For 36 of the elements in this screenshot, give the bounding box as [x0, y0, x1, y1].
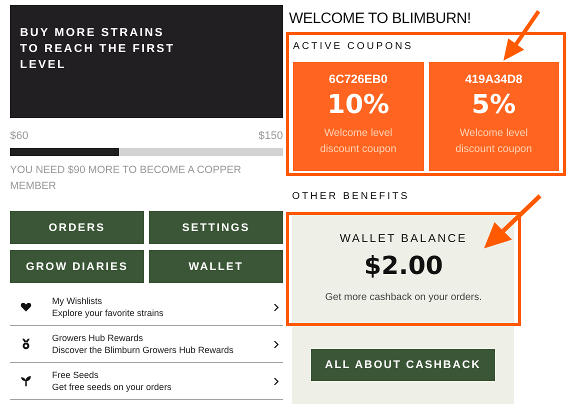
menu-row[interactable]: My Wishlists Explore your favorite strains: [10, 289, 283, 326]
menu-row[interactable]: Growers Hub Rewards Discover the Blimburn Growers Hub Rewards: [10, 326, 283, 363]
row-title: My Wishlists: [52, 295, 103, 307]
wallet-title: WALLET BALANCE: [340, 233, 468, 245]
benefits-heading: OTHER BENEFITS: [292, 191, 410, 202]
row-subtitle: Discover the Blimburn Growers Hub Rewards: [52, 344, 235, 356]
progress-message: YOU NEED $90 MORE TO BECOME A COPPER MEMBER: [10, 163, 242, 194]
coupon-description: Welcome level discount coupon: [454, 126, 533, 157]
coupon-code: 419A34D8: [465, 72, 522, 86]
account-button[interactable]: SETTINGS: [149, 211, 283, 244]
welcome-title: WELCOME TO BLIMBURN!: [289, 10, 472, 29]
banner-text: BUY MORE STRAINS TO REACH THE FIRST LEVEL: [20, 26, 176, 73]
max-amount: $150: [258, 130, 283, 142]
row-title: Growers Hub Rewards: [52, 332, 144, 344]
account-button[interactable]: WALLET: [149, 250, 283, 283]
coupon-code: 6C726EB0: [328, 72, 388, 86]
row-title: Free Seeds: [52, 369, 100, 381]
row-subtitle: Get free seeds on your orders: [52, 381, 173, 393]
sprout-icon: [20, 375, 32, 387]
coupon-discount: 10%: [327, 90, 390, 120]
min-amount: $60: [10, 130, 28, 142]
medal-icon: [20, 338, 32, 350]
chevron-right-icon: [273, 302, 279, 312]
chevron-right-icon: [273, 340, 279, 348]
coupon-discount: 5%: [472, 90, 516, 120]
account-button[interactable]: ORDERS: [10, 211, 144, 244]
coupon-description: Welcome level discount coupon: [319, 126, 398, 157]
chevron-right-icon: [273, 376, 279, 386]
menu-row[interactable]: Free Seeds Get free seeds on your orders: [10, 363, 283, 400]
wallet-note: Get more cashback on your orders.: [325, 292, 482, 303]
coupons-heading: ACTIVE COUPONS: [293, 41, 414, 52]
heart-icon: [20, 301, 32, 313]
cashback-button[interactable]: ALL ABOUT CASHBACK: [311, 349, 495, 381]
wallet-amount: $2.00: [364, 251, 444, 280]
account-button[interactable]: GROW DIARIES: [10, 250, 144, 283]
row-subtitle: Explore your favorite strains: [52, 307, 165, 319]
